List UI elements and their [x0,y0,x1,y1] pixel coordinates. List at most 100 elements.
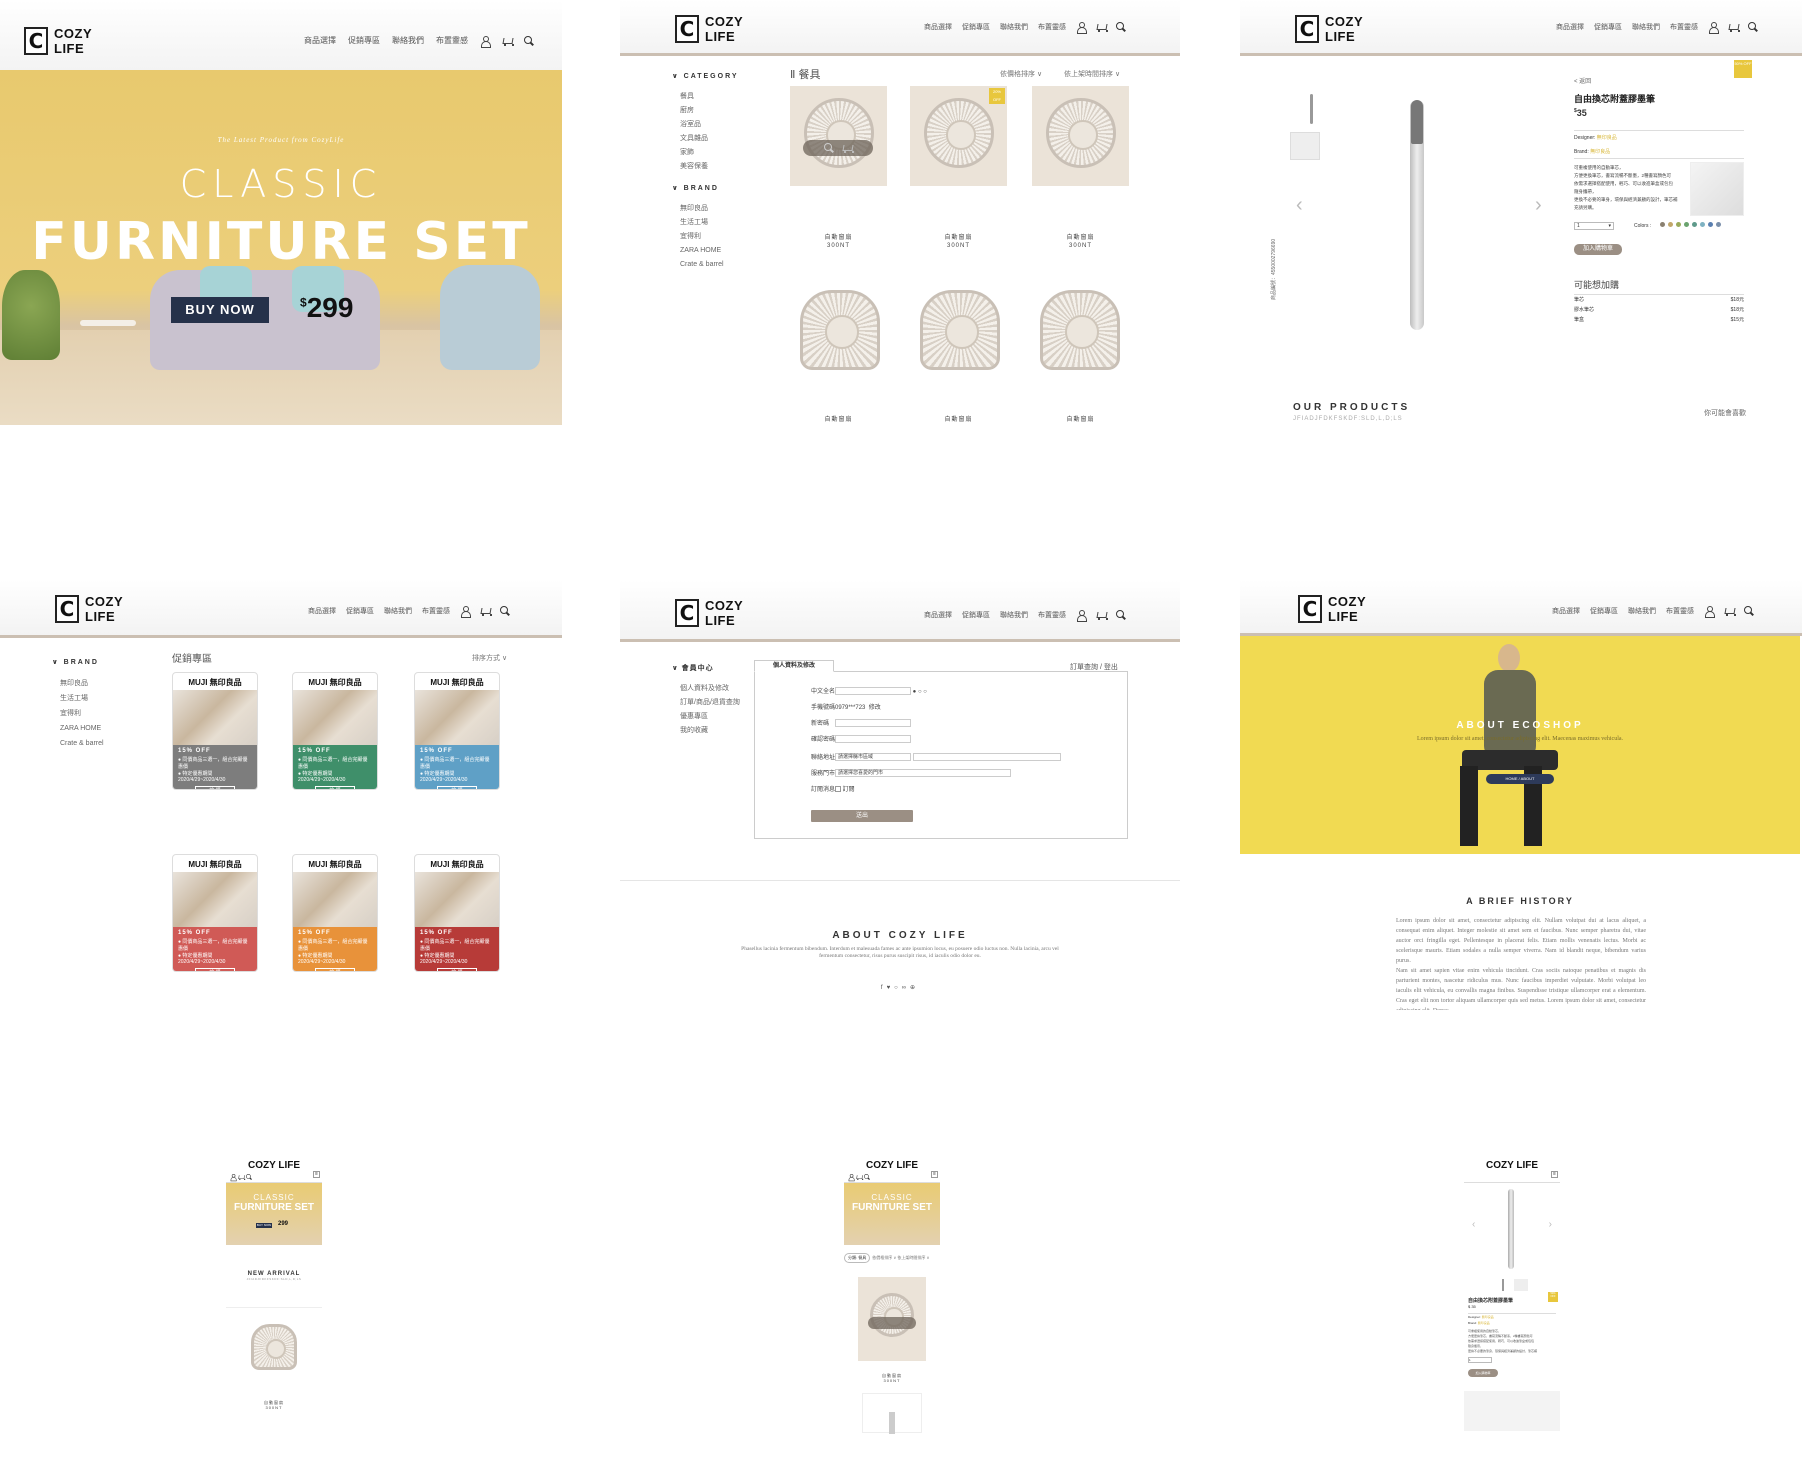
address-input[interactable] [912,753,1061,762]
brand-item[interactable]: ZARA HOME [680,244,739,258]
sort-date-dropdown[interactable]: 依上架時間排序 ∨ [1064,69,1120,79]
fan-image[interactable] [800,290,880,370]
nav-item[interactable]: 聯絡我們 [1632,22,1660,32]
brand-item[interactable]: 無印良品 [60,676,104,691]
mobile-brand[interactable]: COZY LIFE [226,1160,322,1171]
search-icon[interactable] [1116,22,1126,32]
next-arrow-icon[interactable]: › [1535,194,1542,217]
promo-card[interactable]: MUJI 無印良品 15% OFF ● 同價商品三選一，組合完顯優惠價 ● 特定優惠期… [414,854,500,972]
search-icon[interactable] [246,1174,252,1180]
you-may-like[interactable]: 你可能會喜歡 [1704,408,1746,418]
grab-button[interactable]: 搶 購 [195,786,235,789]
grab-button[interactable]: 搶 購 [315,968,355,971]
grab-button[interactable]: 搶 購 [195,968,235,971]
color-swatch[interactable] [1684,222,1689,227]
user-icon[interactable] [848,1174,855,1182]
new-password-input[interactable] [835,719,911,728]
menu-icon[interactable]: ≡ [313,1171,320,1178]
nav-item[interactable]: 促銷專區 [1594,22,1622,32]
search-icon[interactable] [1116,610,1126,620]
sort-price-dropdown[interactable]: 依價格排序 ∨ [1000,69,1042,79]
sort-dropdown[interactable]: 排序方式 ∨ [472,653,507,663]
search-icon[interactable]: ○ [894,985,902,991]
cart-icon[interactable] [1096,610,1108,620]
brand-item[interactable]: 生活工場 [60,691,104,706]
mobile-brand[interactable]: COZY LIFE [844,1160,940,1171]
prev-arrow-icon[interactable]: ‹ [1472,1219,1475,1230]
thumbnail[interactable] [1298,94,1324,124]
color-swatch[interactable] [1716,222,1721,227]
nav-item[interactable]: 聯絡我們 [392,35,424,46]
nav-item[interactable]: 布置靈感 [1038,610,1066,620]
logo[interactable]: C COZY LIFE [55,594,123,624]
related-item[interactable]: 膠水筆芯 $18元 [1574,305,1744,315]
member-menu-item[interactable]: 訂單/商品/退貨查詢 [680,696,740,710]
grab-button[interactable]: 搶 購 [315,786,355,789]
brand-item[interactable]: 無印良品 [680,202,739,216]
zoom-icon[interactable] [824,143,834,153]
nav-item[interactable]: 商品選擇 [1552,606,1580,616]
cart-icon[interactable] [1096,22,1108,32]
cart-icon[interactable] [480,606,492,616]
category-filter[interactable]: 分類: 餐具 [844,1253,871,1263]
brand-item[interactable]: Crate & barrel [60,736,104,751]
add-cart-icon[interactable] [842,143,854,153]
quantity-select[interactable]: 1 [1468,1357,1492,1363]
related-item[interactable]: 筆芯 $18元 [1574,295,1744,305]
confirm-password-input[interactable] [835,735,911,744]
thumbnail[interactable] [1514,1279,1528,1291]
cart-icon[interactable] [1728,22,1740,32]
logo[interactable]: C COZY LIFE [675,14,743,44]
breadcrumb-home[interactable]: HOME [1506,776,1518,781]
next-product-card[interactable] [862,1393,922,1434]
sort-dropdown[interactable]: 依價格排序 ∨ 依上架時間排序 ∨ [872,1255,929,1261]
address-select[interactable]: 請選擇縣市區域 [835,753,911,762]
add-to-cart-button[interactable]: 加入購物車 [1468,1369,1498,1377]
member-menu-item[interactable]: 優惠專區 [680,710,740,724]
promo-card[interactable]: MUJI 無印良品 15% OFF ● 同價商品三選一，組合完顯優惠價 ● 特定優惠期… [292,672,378,790]
user-icon[interactable] [460,606,471,618]
fan-image[interactable] [251,1324,297,1370]
search-icon[interactable] [864,1174,870,1180]
color-swatch[interactable] [1676,222,1681,227]
twitter-icon[interactable]: ♥ [887,985,895,991]
logo[interactable]: C COZY LIFE [1298,594,1366,624]
next-arrow-icon[interactable]: › [1549,1219,1552,1230]
nav-item[interactable]: 商品選擇 [1556,22,1584,32]
brand-item[interactable]: 生活工場 [680,216,739,230]
nav-item[interactable]: 促銷專區 [962,610,990,620]
color-swatch[interactable] [1668,222,1673,227]
color-swatch[interactable] [1692,222,1697,227]
menu-icon[interactable]: ≡ [931,1171,938,1178]
menu-icon[interactable]: ≡ [1551,1171,1558,1178]
nav-item[interactable]: 布置靈感 [436,35,468,46]
product-card[interactable] [858,1277,926,1361]
color-swatch[interactable] [1660,222,1665,227]
search-icon[interactable] [524,35,534,46]
thumbnail[interactable] [1290,132,1320,160]
nav-item[interactable]: 商品選擇 [924,22,952,32]
product-card[interactable]: 20% OFF [910,86,1007,186]
category-item[interactable]: 廚房 [680,104,739,118]
nav-item[interactable]: 聯絡我們 [1000,610,1028,620]
cart-icon[interactable] [1724,606,1736,616]
nav-item[interactable]: 聯絡我們 [1000,22,1028,32]
user-icon[interactable] [1704,606,1715,618]
category-item[interactable]: 家飾 [680,146,739,160]
store-select[interactable]: 請選擇您喜愛的門市 [835,769,1011,778]
user-icon[interactable] [230,1174,237,1182]
color-swatch[interactable] [1708,222,1713,227]
add-to-cart-button[interactable]: 加入購物車 [1574,244,1622,255]
grab-button[interactable]: 搶 購 [437,968,477,971]
logo[interactable]: C COZY LIFE [675,598,743,628]
nav-item[interactable]: 布置靈感 [1038,22,1066,32]
user-icon[interactable] [480,35,491,48]
logo[interactable]: C COZY LIFE [24,26,92,56]
edit-phone-link[interactable]: 修改 [869,705,881,711]
nav-item[interactable]: 商品選擇 [924,610,952,620]
buy-now-button[interactable]: BUY NOW [171,297,269,323]
nav-item[interactable]: 促銷專區 [962,22,990,32]
search-icon[interactable] [1748,22,1758,32]
cart-icon[interactable] [856,1174,864,1180]
nav-item[interactable]: 聯絡我們 [1628,606,1656,616]
